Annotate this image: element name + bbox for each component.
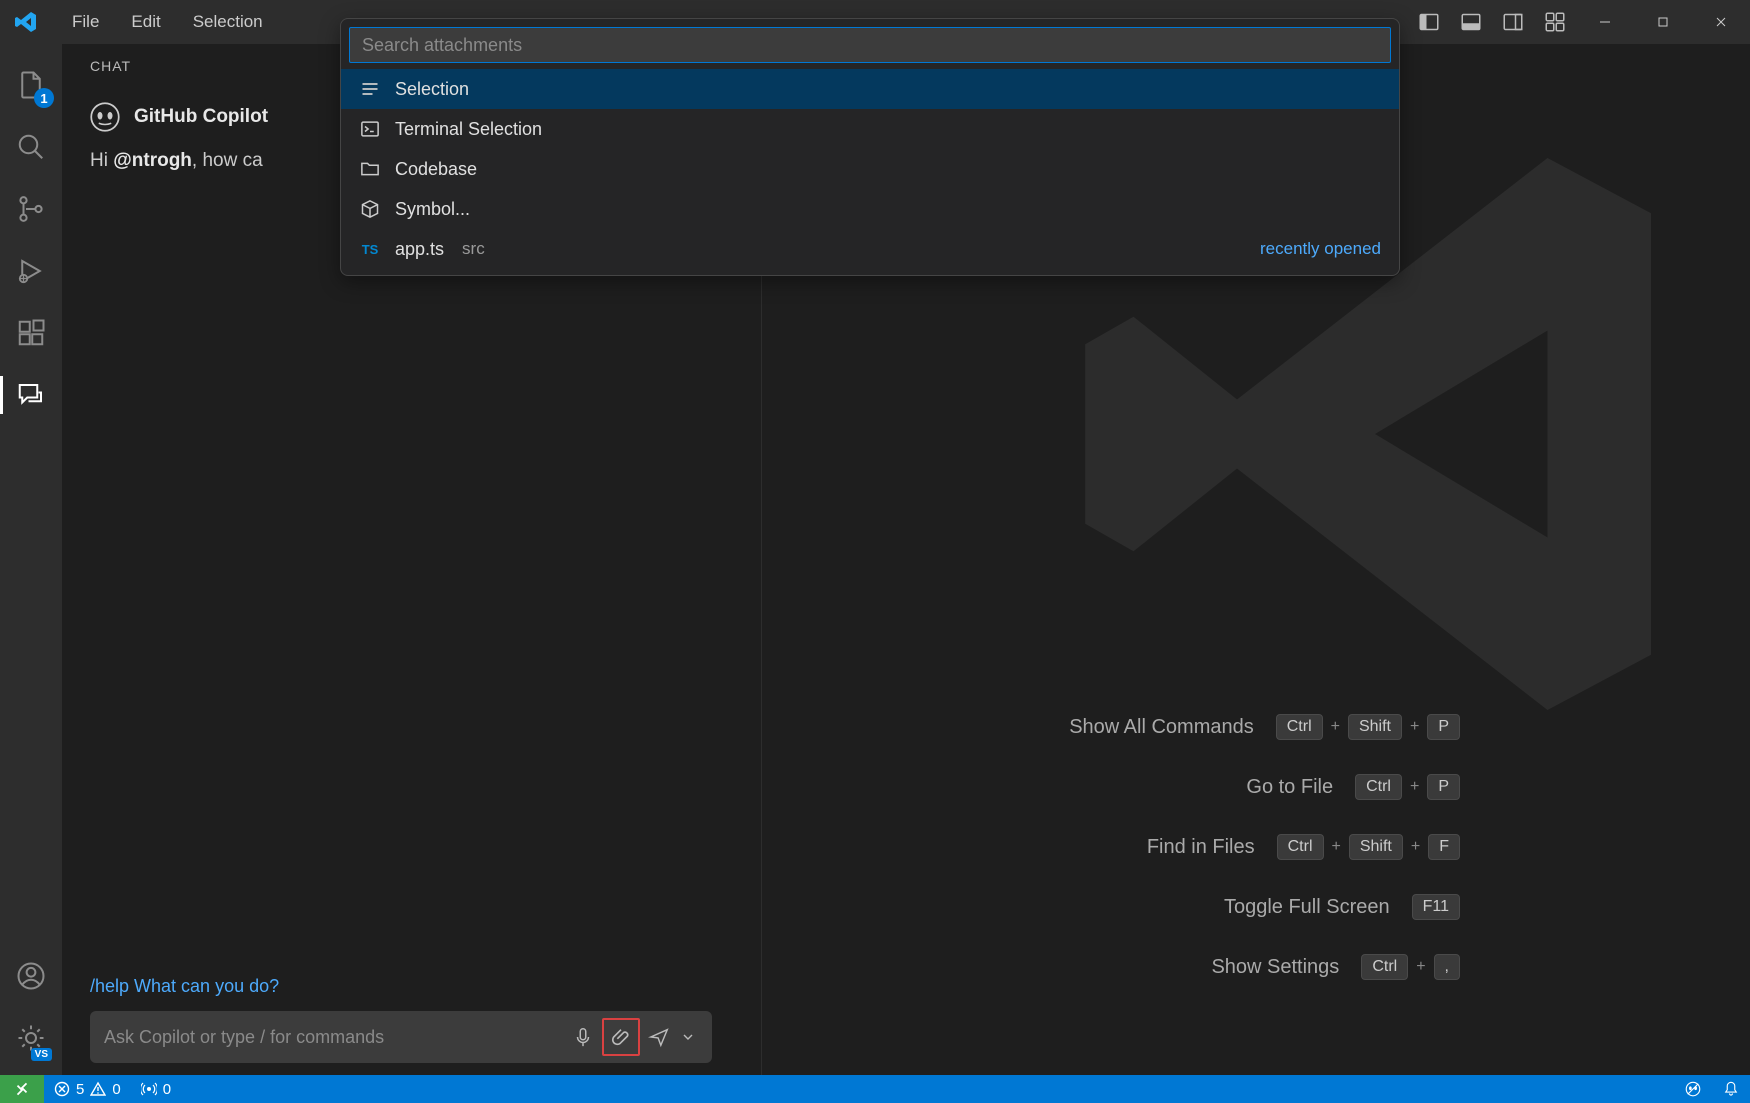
send-dropdown-button[interactable] [678, 1018, 698, 1056]
error-icon [54, 1081, 70, 1097]
activity-extensions[interactable] [0, 302, 62, 364]
box-icon [359, 198, 381, 220]
keyboard-hints: Show All Commands Ctrl+ Shift+ P Go to F… [1069, 714, 1460, 980]
toggle-panel-button[interactable] [1450, 0, 1492, 44]
copilot-disabled-icon [1684, 1080, 1702, 1098]
attach-context-button[interactable] [602, 1018, 640, 1056]
hint-label: Find in Files [1147, 836, 1255, 859]
quickpick-item-file[interactable]: TS app.ts src recently opened [341, 229, 1399, 269]
ports-count: 0 [163, 1081, 171, 1098]
remote-button[interactable] [0, 1075, 44, 1103]
chat-suggestion-link[interactable]: /help What can you do? [90, 976, 279, 997]
chat-sender-name: GitHub Copilot [134, 106, 268, 128]
copilot-avatar-icon [90, 102, 120, 132]
menu-selection[interactable]: Selection [177, 2, 279, 42]
chat-input-row [90, 1011, 712, 1063]
menu-file[interactable]: File [56, 2, 115, 42]
quickpick: Selection Terminal Selection Codebase Sy… [340, 18, 1400, 276]
problems-button[interactable]: 5 0 [44, 1075, 131, 1103]
chat-input[interactable] [104, 1027, 564, 1048]
quickpick-input[interactable] [349, 27, 1391, 63]
activity-accounts[interactable] [0, 945, 62, 1007]
quickpick-item-codebase[interactable]: Codebase [341, 149, 1399, 189]
hint-row: Go to File Ctrl+ P [1246, 774, 1460, 800]
microphone-button[interactable] [564, 1018, 602, 1056]
status-bar: 5 0 0 [0, 1075, 1750, 1103]
hint-keys: Ctrl+ Shift+ F [1277, 834, 1460, 860]
activity-search[interactable] [0, 116, 62, 178]
vscode-logo-icon [14, 10, 38, 34]
quickpick-item-label: Terminal Selection [395, 119, 542, 140]
quickpick-item-label: Codebase [395, 159, 477, 180]
activity-bottom-group: VS [0, 945, 62, 1069]
folder-icon [359, 158, 381, 180]
list-icon [359, 78, 381, 100]
quickpick-item-label: Symbol... [395, 199, 470, 220]
hint-keys: Ctrl+ P [1355, 774, 1460, 800]
activity-source-control[interactable] [0, 178, 62, 240]
quickpick-item-label: Selection [395, 79, 469, 100]
warning-count: 0 [112, 1081, 120, 1098]
quickpick-item-terminal-selection[interactable]: Terminal Selection [341, 109, 1399, 149]
activity-manage[interactable]: VS [0, 1007, 62, 1069]
hint-keys: Ctrl+ Shift+ P [1276, 714, 1460, 740]
window-close-button[interactable] [1692, 0, 1750, 44]
hint-row: Toggle Full Screen F11 [1224, 894, 1460, 920]
hint-label: Show Settings [1211, 956, 1339, 979]
explorer-badge: 1 [34, 88, 54, 108]
warning-icon [90, 1081, 106, 1097]
send-button[interactable] [640, 1018, 678, 1056]
window-minimize-button[interactable] [1576, 0, 1634, 44]
toggle-secondary-sidebar-button[interactable] [1492, 0, 1534, 44]
window-controls [1408, 0, 1750, 44]
menu-edit[interactable]: Edit [115, 2, 176, 42]
toggle-primary-sidebar-button[interactable] [1408, 0, 1450, 44]
error-count: 5 [76, 1081, 84, 1098]
activity-chat[interactable] [0, 364, 62, 426]
copilot-status-button[interactable] [1674, 1080, 1712, 1098]
bell-icon [1722, 1080, 1740, 1098]
window-maximize-button[interactable] [1634, 0, 1692, 44]
hint-label: Show All Commands [1069, 716, 1254, 739]
hint-label: Go to File [1246, 776, 1333, 799]
menu-bar: File Edit Selection [56, 2, 279, 42]
activity-run-debug[interactable] [0, 240, 62, 302]
activity-explorer[interactable]: 1 [0, 54, 62, 116]
quickpick-item-selection[interactable]: Selection [341, 69, 1399, 109]
hint-keys: F11 [1412, 894, 1460, 920]
hint-row: Find in Files Ctrl+ Shift+ F [1147, 834, 1460, 860]
customize-layout-button[interactable] [1534, 0, 1576, 44]
notifications-button[interactable] [1712, 1080, 1750, 1098]
ports-button[interactable]: 0 [131, 1075, 181, 1103]
hint-row: Show Settings Ctrl+ , [1211, 954, 1460, 980]
status-right [1674, 1080, 1750, 1098]
terminal-icon [359, 118, 381, 140]
quickpick-list: Selection Terminal Selection Codebase Sy… [341, 69, 1399, 269]
hint-keys: Ctrl+ , [1361, 954, 1460, 980]
quickpick-item-hint: recently opened [1260, 239, 1381, 259]
broadcast-icon [141, 1081, 157, 1097]
activity-bar: 1 VS [0, 44, 62, 1075]
typescript-icon: TS [359, 238, 381, 260]
hint-row: Show All Commands Ctrl+ Shift+ P [1069, 714, 1460, 740]
quickpick-item-detail: src [462, 239, 485, 259]
hint-label: Toggle Full Screen [1224, 896, 1390, 919]
quickpick-item-label: app.ts [395, 239, 444, 260]
quickpick-item-symbol[interactable]: Symbol... [341, 189, 1399, 229]
